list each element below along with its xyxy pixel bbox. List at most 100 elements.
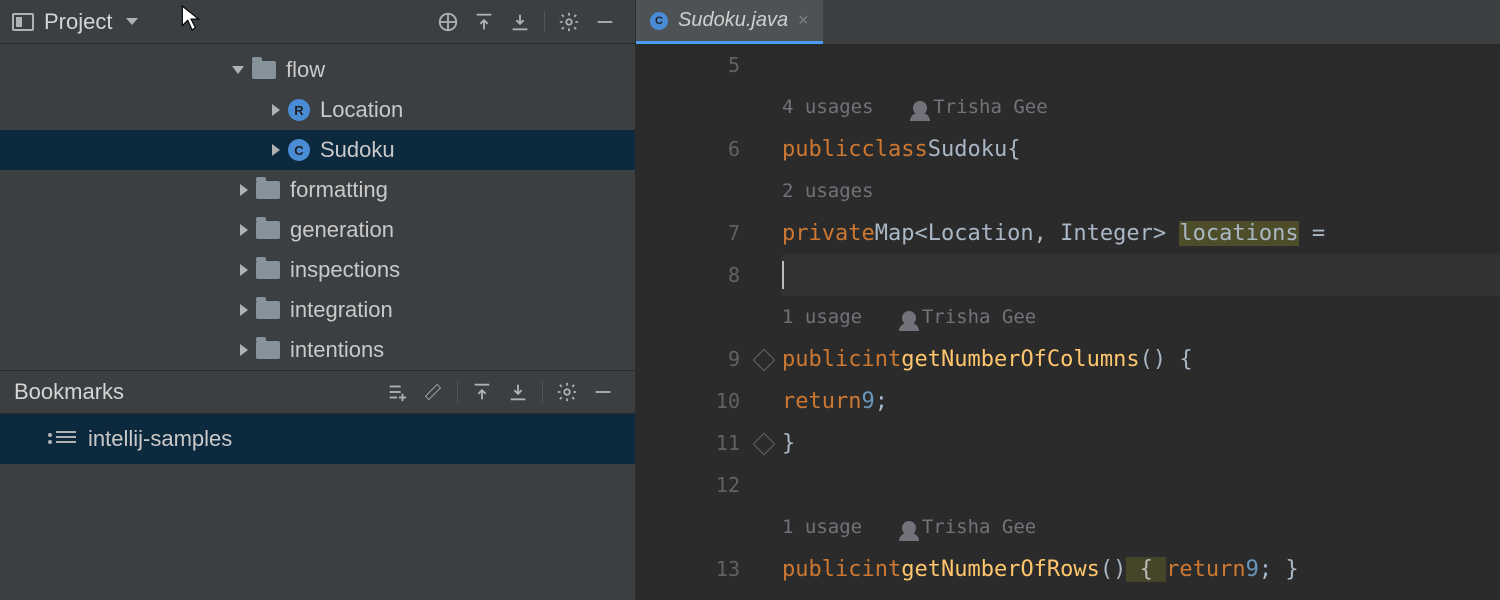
code-hint[interactable]: 2 usages — [782, 170, 1500, 212]
tree-item-generation[interactable]: generation — [0, 210, 635, 250]
code-hint[interactable]: 1 usage Trisha Gee — [782, 296, 1500, 338]
code-line[interactable]: public class Sudoku { — [782, 128, 1500, 170]
class-icon: C — [288, 139, 310, 161]
list-icon — [56, 431, 76, 447]
chevron-right-icon[interactable] — [240, 184, 248, 196]
caret — [782, 261, 784, 289]
code-line[interactable]: public int getNumberOfRows() { return 9;… — [782, 548, 1500, 590]
highlighted-field[interactable]: locations — [1179, 221, 1298, 246]
collapse-all-icon[interactable] — [500, 374, 536, 410]
code-line[interactable] — [782, 44, 1500, 86]
tree-label: Location — [320, 97, 403, 123]
folder-icon — [256, 301, 280, 319]
chevron-right-icon[interactable] — [240, 304, 248, 316]
usages-hint[interactable]: 1 usage — [782, 516, 862, 538]
class-icon: C — [650, 12, 668, 30]
author-hint[interactable]: Trisha Gee — [922, 516, 1036, 538]
chevron-right-icon[interactable] — [272, 144, 280, 156]
person-icon — [902, 521, 916, 535]
tree-item-location[interactable]: R Location — [0, 90, 635, 130]
record-icon: R — [288, 99, 310, 121]
gear-icon[interactable] — [551, 4, 587, 40]
fold-column[interactable] — [754, 44, 782, 600]
code-hint[interactable]: 4 usages Trisha Gee — [782, 86, 1500, 128]
line-number[interactable]: 6 — [636, 128, 740, 170]
code-line[interactable]: } — [782, 422, 1500, 464]
code-line[interactable]: private Map<Location, Integer> locations… — [782, 212, 1500, 254]
project-tool-icon — [12, 13, 34, 31]
line-number[interactable]: 5 — [636, 44, 740, 86]
chevron-right-icon[interactable] — [240, 224, 248, 236]
line-number[interactable]: 12 — [636, 464, 740, 506]
usages-hint[interactable]: 2 usages — [782, 180, 874, 202]
usages-hint[interactable]: 1 usage — [782, 306, 862, 328]
tree-label: inspections — [290, 257, 400, 283]
fold-marker-icon[interactable] — [753, 349, 776, 372]
tree-label: integration — [290, 297, 393, 323]
gear-icon[interactable] — [549, 374, 585, 410]
line-number[interactable]: 9 — [636, 338, 740, 380]
chevron-down-icon[interactable] — [126, 18, 138, 25]
code-line[interactable]: public int getNumberOfColumns() { — [782, 338, 1500, 380]
tree-item-integration[interactable]: integration — [0, 290, 635, 330]
line-number[interactable]: 13 — [636, 548, 740, 590]
code-area[interactable]: 4 usages Trisha Gee public class Sudoku … — [782, 44, 1500, 600]
code-line[interactable] — [782, 464, 1500, 506]
line-number[interactable]: 7 — [636, 212, 740, 254]
edit-icon[interactable] — [415, 374, 451, 410]
person-icon — [913, 101, 927, 115]
tree-item-intentions[interactable]: intentions — [0, 330, 635, 370]
separator — [542, 381, 543, 403]
folder-icon — [256, 221, 280, 239]
tree-item-formatting[interactable]: formatting — [0, 170, 635, 210]
tree-label: formatting — [290, 177, 388, 203]
folder-icon — [256, 341, 280, 359]
tree-label: Sudoku — [320, 137, 395, 163]
separator — [544, 11, 545, 33]
line-number[interactable]: 10 — [636, 380, 740, 422]
line-number[interactable]: 11 — [636, 422, 740, 464]
tree-item-flow[interactable]: flow — [0, 50, 635, 90]
tree-item-sudoku[interactable]: C Sudoku — [0, 130, 635, 170]
folder-icon — [256, 261, 280, 279]
expand-all-icon[interactable] — [464, 374, 500, 410]
person-icon — [902, 311, 916, 325]
tree-label: intentions — [290, 337, 384, 363]
bookmarks-title: Bookmarks — [14, 379, 124, 405]
editor-body[interactable]: 5 6 7 8 9 10 11 12 13 4 usages Trisha Ge… — [636, 44, 1500, 600]
chevron-down-icon[interactable] — [232, 66, 244, 74]
collapse-all-icon[interactable] — [502, 4, 538, 40]
close-icon[interactable]: × — [798, 10, 809, 31]
bookmark-item[interactable]: intellij-samples — [0, 414, 635, 464]
project-tree[interactable]: flow R Location C Sudoku formatting gene… — [0, 44, 635, 370]
usages-hint[interactable]: 4 usages — [782, 96, 874, 118]
separator — [457, 381, 458, 403]
author-hint[interactable]: Trisha Gee — [922, 306, 1036, 328]
select-open-file-icon[interactable] — [430, 4, 466, 40]
tree-item-inspections[interactable]: inspections — [0, 250, 635, 290]
fold-marker-icon[interactable] — [753, 433, 776, 456]
expand-all-icon[interactable] — [466, 4, 502, 40]
chevron-right-icon[interactable] — [240, 264, 248, 276]
code-line-cursor[interactable] — [782, 254, 1500, 296]
add-bookmark-icon[interactable] — [379, 374, 415, 410]
code-line[interactable]: return 9; — [782, 380, 1500, 422]
chevron-right-icon[interactable] — [272, 104, 280, 116]
gutter[interactable]: 5 6 7 8 9 10 11 12 13 — [636, 44, 754, 600]
minimize-icon[interactable] — [587, 4, 623, 40]
project-tool-header: Project — [0, 0, 635, 44]
tree-label: generation — [290, 217, 394, 243]
tree-label: flow — [286, 57, 325, 83]
code-hint[interactable]: 1 usage Trisha Gee — [782, 506, 1500, 548]
line-number — [636, 170, 740, 212]
line-number — [636, 296, 740, 338]
bookmarks-tool-header: Bookmarks — [0, 370, 635, 414]
minimize-icon[interactable] — [585, 374, 621, 410]
bookmarks-body: intellij-samples — [0, 414, 635, 600]
editor-tabbar: C Sudoku.java × — [636, 0, 1500, 44]
line-number[interactable]: 8 — [636, 254, 740, 296]
author-hint[interactable]: Trisha Gee — [933, 96, 1047, 118]
chevron-right-icon[interactable] — [240, 344, 248, 356]
editor-tab-sudoku[interactable]: C Sudoku.java × — [636, 0, 823, 44]
folder-icon — [252, 61, 276, 79]
